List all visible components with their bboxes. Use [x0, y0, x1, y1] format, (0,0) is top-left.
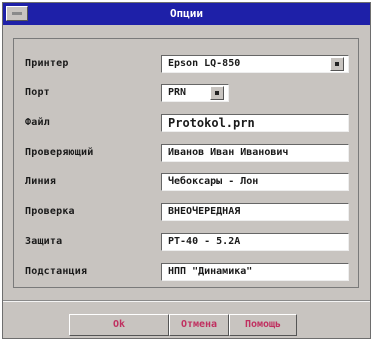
line-input[interactable]: Чебоксары - Лон	[161, 173, 349, 191]
printer-value: Epson LQ-850	[168, 58, 241, 69]
port-label: Порт	[25, 87, 50, 98]
options-dialog: Опции Принтер Epson LQ-850 Порт PRN Файл…	[2, 2, 371, 339]
dropdown-arrow-icon[interactable]	[210, 86, 224, 100]
file-label: Файл	[25, 117, 50, 128]
footer-divider	[3, 300, 370, 302]
title-bar: Опции	[3, 3, 370, 25]
check-input[interactable]: ВНЕОЧЕРЕДНАЯ	[161, 203, 349, 221]
ok-button[interactable]: Ok	[69, 314, 169, 336]
printer-label: Принтер	[25, 58, 69, 69]
help-button[interactable]: Помощь	[229, 314, 297, 336]
check-value: ВНЕОЧЕРЕДНАЯ	[168, 206, 241, 217]
file-value: Protokol.prn	[168, 116, 255, 130]
protection-label: Защита	[25, 236, 63, 247]
port-value: PRN	[168, 87, 187, 98]
printer-select[interactable]: Epson LQ-850	[161, 55, 349, 73]
protection-value: РТ-40 - 5.2А	[168, 236, 241, 247]
substation-value: НПП "Динамика"	[168, 266, 253, 277]
file-input[interactable]: Protokol.prn	[161, 114, 349, 132]
substation-input[interactable]: НПП "Динамика"	[161, 263, 349, 281]
check-label: Проверка	[25, 206, 75, 217]
dropdown-arrow-icon[interactable]	[330, 57, 344, 71]
inspector-input[interactable]: Иванов Иван Иванович	[161, 144, 349, 162]
port-select[interactable]: PRN	[161, 84, 229, 102]
substation-label: Подстанция	[25, 266, 88, 277]
line-value: Чебоксары - Лон	[168, 176, 259, 187]
protection-input[interactable]: РТ-40 - 5.2А	[161, 233, 349, 251]
inspector-value: Иванов Иван Иванович	[168, 147, 289, 158]
cancel-button[interactable]: Отмена	[169, 314, 229, 336]
window-title: Опции	[169, 7, 204, 20]
inspector-label: Проверяющий	[25, 147, 94, 158]
line-label: Линия	[25, 176, 57, 187]
